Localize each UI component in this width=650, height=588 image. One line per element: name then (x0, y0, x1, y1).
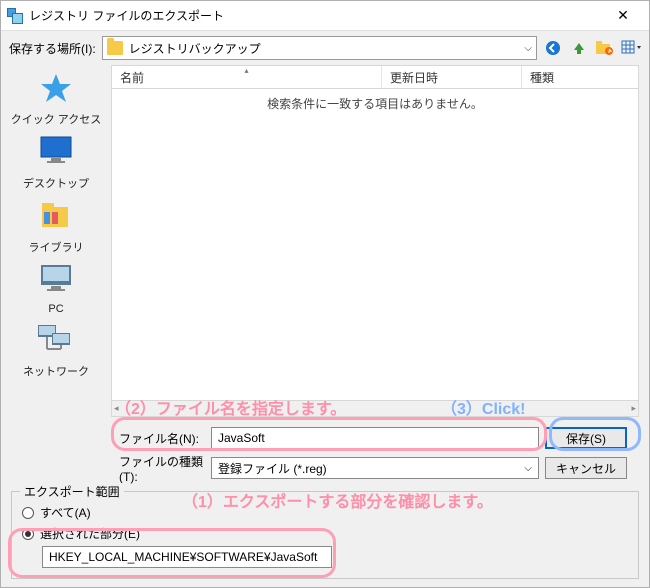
place-libraries[interactable]: ライブラリ (6, 199, 106, 255)
location-combo[interactable]: レジストリバックアップ ⌵ (102, 36, 537, 60)
filetype-combo[interactable]: 登録ファイル (*.reg) ⌵ (211, 457, 539, 479)
place-network[interactable]: ネットワーク (6, 323, 106, 379)
place-label: PC (6, 303, 106, 315)
filename-input[interactable]: JavaSoft (211, 427, 539, 449)
location-label: 保存する場所(I): (9, 40, 96, 57)
radio-icon (22, 507, 34, 519)
regedit-icon (7, 8, 23, 24)
place-desktop[interactable]: デスクトップ (6, 135, 106, 191)
radio-all-label: すべて(A) (40, 504, 91, 521)
col-date[interactable]: 更新日時 (382, 66, 522, 88)
radio-all[interactable]: すべて(A) (22, 504, 628, 521)
scroll-right-icon: ▸ (631, 403, 636, 414)
scroll-left-icon: ◂ (114, 403, 119, 414)
place-pc[interactable]: PC (6, 263, 106, 315)
star-icon (38, 71, 74, 107)
new-folder-button[interactable] (595, 38, 615, 58)
column-headers: 名前 ▴ 更新日時 種類 (111, 65, 639, 89)
place-quick-access[interactable]: クイック アクセス (6, 71, 106, 127)
filetype-label: ファイルの種類(T): (119, 453, 205, 484)
place-label: ライブラリ (6, 239, 106, 255)
radio-selected[interactable]: 選択された部分(E) (22, 525, 628, 542)
export-legend: エクスポート範囲 (20, 483, 124, 500)
sort-asc-icon: ▴ (244, 66, 248, 75)
chevron-down-icon: ⌵ (524, 43, 532, 54)
back-arrow-icon (545, 40, 561, 56)
col-type[interactable]: 種類 (522, 66, 638, 88)
folder-icon (107, 41, 123, 55)
close-button[interactable]: ✕ (603, 7, 643, 24)
libraries-icon (38, 199, 74, 235)
file-list[interactable]: 検索条件に一致する項目はありません。 (111, 89, 639, 401)
up-button[interactable] (569, 38, 589, 58)
cancel-button[interactable]: キャンセル (545, 457, 627, 479)
filename-label: ファイル名(N): (119, 430, 205, 447)
filetype-row: ファイルの種類(T): 登録ファイル (*.reg) ⌵ キャンセル (111, 453, 639, 483)
up-arrow-icon (571, 40, 587, 56)
export-dialog: レジストリ ファイルのエクスポート ✕ 保存する場所(I): レジストリバックア… (0, 0, 650, 588)
chevron-down-icon: ⌵ (524, 463, 532, 474)
network-icon (38, 323, 74, 359)
export-range-group: エクスポート範囲 （1）エクスポートする部分を確認します。 すべて(A) 選択さ… (11, 491, 639, 579)
titlebar: レジストリ ファイルのエクスポート ✕ (1, 1, 649, 31)
window-title: レジストリ ファイルのエクスポート (29, 7, 603, 24)
filename-row: ファイル名(N): JavaSoft 保存(S) (111, 423, 639, 453)
radio-icon-selected (22, 528, 34, 540)
radio-selected-label: 選択された部分(E) (40, 525, 140, 542)
selected-path-input[interactable]: HKEY_LOCAL_MACHINE¥SOFTWARE¥JavaSoft (42, 546, 332, 568)
view-grid-icon (621, 40, 641, 56)
toolbar: 保存する場所(I): レジストリバックアップ ⌵ (1, 31, 649, 65)
view-menu-button[interactable] (621, 38, 641, 58)
col-name[interactable]: 名前 ▴ (112, 66, 382, 88)
desktop-icon (38, 135, 74, 171)
list-panel: 名前 ▴ 更新日時 種類 検索条件に一致する項目はありません。 ◂ ▸ （2）フ… (111, 65, 649, 487)
place-label: クイック アクセス (6, 111, 106, 127)
places-bar: クイック アクセス デスクトップ ライブラリ PC (1, 65, 111, 487)
pc-icon (38, 263, 74, 299)
place-label: ネットワーク (6, 363, 106, 379)
fields-area: （2）ファイル名を指定します。 （3）Click! ファイル名(N): Java… (111, 417, 639, 487)
empty-message: 検索条件に一致する項目はありません。 (267, 97, 483, 111)
place-label: デスクトップ (6, 175, 106, 191)
main-area: クイック アクセス デスクトップ ライブラリ PC (1, 65, 649, 487)
new-folder-icon (596, 40, 614, 56)
save-button[interactable]: 保存(S) (545, 427, 627, 449)
horizontal-scrollbar[interactable]: ◂ ▸ (111, 401, 639, 417)
back-button[interactable] (543, 38, 563, 58)
location-value: レジストリバックアップ (129, 40, 261, 57)
